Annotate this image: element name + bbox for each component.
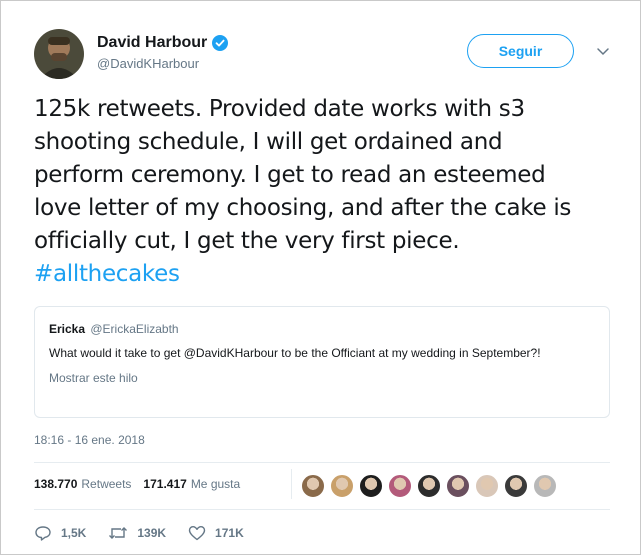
liker-avatar[interactable] bbox=[475, 474, 499, 498]
likes-label: Me gusta bbox=[190, 477, 241, 491]
tweet-actions: 1,5K 139K 171K bbox=[34, 525, 266, 541]
retweet-button[interactable]: 139K bbox=[108, 525, 166, 541]
show-thread-link[interactable]: Mostrar este hilo bbox=[49, 371, 138, 385]
hashtag-link[interactable]: #allthecakes bbox=[34, 261, 180, 287]
tweet-header: David Harbour @DavidKHarbour Seguir bbox=[34, 29, 624, 79]
likes-count: 171.417 bbox=[143, 477, 187, 491]
divider bbox=[34, 462, 610, 463]
liker-avatar[interactable] bbox=[417, 474, 441, 498]
quoted-tweet-text: What would it take to get @DavidKHarbour… bbox=[49, 346, 541, 360]
liker-avatar[interactable] bbox=[446, 474, 470, 498]
liker-avatar[interactable] bbox=[301, 474, 325, 498]
retweets-stat[interactable]: 138.770 Retweets bbox=[34, 477, 131, 491]
liker-avatar[interactable] bbox=[504, 474, 528, 498]
quoted-author-name: Ericka bbox=[49, 322, 86, 336]
liker-avatar[interactable] bbox=[330, 474, 354, 498]
tweet-body: 125k retweets. Provided date works with … bbox=[34, 96, 572, 254]
follow-button[interactable]: Seguir bbox=[467, 34, 574, 68]
like-count: 171K bbox=[215, 526, 244, 540]
quoted-tweet[interactable]: Ericka @ErickaElizabth What would it tak… bbox=[34, 306, 610, 418]
avatar-photo-icon bbox=[34, 29, 84, 79]
retweets-count: 138.770 bbox=[34, 477, 78, 491]
chevron-down-icon[interactable] bbox=[595, 43, 611, 59]
like-button[interactable]: 171K bbox=[188, 525, 244, 541]
reply-button[interactable]: 1,5K bbox=[34, 525, 86, 541]
retweet-icon bbox=[109, 527, 128, 539]
verified-badge-icon bbox=[212, 35, 229, 51]
retweets-label: Retweets bbox=[81, 477, 132, 491]
tweet-stats: 138.770 Retweets 171.417 Me gusta bbox=[34, 477, 252, 491]
likes-stat[interactable]: 171.417 Me gusta bbox=[143, 477, 240, 491]
divider bbox=[34, 509, 610, 510]
quoted-tweet-header: Ericka @ErickaElizabth bbox=[49, 321, 595, 337]
quoted-author-handle: @ErickaElizabth bbox=[90, 322, 179, 336]
author-handle[interactable]: @DavidKHarbour bbox=[97, 56, 199, 71]
name-row: David Harbour bbox=[97, 34, 229, 52]
reply-icon bbox=[35, 526, 51, 541]
liker-avatar[interactable] bbox=[388, 474, 412, 498]
retweet-count: 139K bbox=[137, 526, 167, 540]
stats-separator bbox=[291, 469, 292, 499]
liker-avatars bbox=[301, 474, 562, 498]
tweet-card: David Harbour @DavidKHarbour Seguir 125k… bbox=[0, 0, 641, 555]
reply-count: 1,5K bbox=[61, 526, 87, 540]
tweet-text: 125k retweets. Provided date works with … bbox=[34, 93, 594, 291]
liker-avatar[interactable] bbox=[533, 474, 557, 498]
avatar[interactable] bbox=[34, 29, 84, 79]
liker-avatar[interactable] bbox=[359, 474, 383, 498]
heart-icon bbox=[188, 526, 206, 541]
tweet-timestamp[interactable]: 18:16 - 16 ene. 2018 bbox=[34, 433, 145, 447]
author-display-name[interactable]: David Harbour bbox=[97, 34, 207, 52]
